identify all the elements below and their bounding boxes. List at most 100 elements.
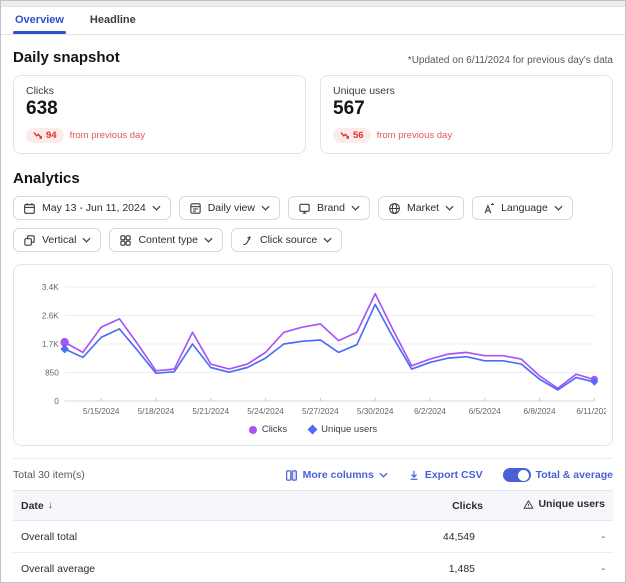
total-items-count: Total 30 item(s) xyxy=(13,469,85,481)
view-granularity-filter[interactable]: Daily view xyxy=(179,196,280,220)
sort-descending-icon: ↓ xyxy=(48,500,53,511)
trend-down-icon xyxy=(33,131,43,140)
clicks-delta-note: from previous day xyxy=(70,130,146,141)
data-table-section: Total 30 item(s) More columns Export CSV… xyxy=(13,458,613,583)
date-column-label: Date xyxy=(21,500,44,512)
svg-text:5/18/2024: 5/18/2024 xyxy=(138,406,175,416)
svg-text:850: 850 xyxy=(45,367,59,377)
content-type-label: Content type xyxy=(138,234,198,246)
totals-toggle-group: Total & average xyxy=(503,468,613,482)
chart-legend: Clicks Unique users xyxy=(20,424,606,439)
svg-text:5/15/2024: 5/15/2024 xyxy=(83,406,120,416)
clicks-card: Clicks 638 94 from previous day xyxy=(13,75,306,154)
svg-text:5/30/2024: 5/30/2024 xyxy=(357,406,394,416)
totals-toggle[interactable] xyxy=(503,468,531,482)
more-columns-button[interactable]: More columns xyxy=(285,469,388,482)
date-column-header[interactable]: Date ↓ xyxy=(13,491,333,521)
language-label: Language xyxy=(501,202,548,214)
date-range-filter[interactable]: May 13 - Jun 11, 2024 xyxy=(13,196,171,220)
content-type-filter[interactable]: Content type xyxy=(109,228,223,252)
table-toolbar: Total 30 item(s) More columns Export CSV… xyxy=(13,459,613,490)
clicks-delta-value: 94 xyxy=(46,130,57,141)
svg-text:1.7K: 1.7K xyxy=(42,339,59,349)
clicks-column-header[interactable]: Clicks xyxy=(333,491,483,521)
unique-users-delta-value: 56 xyxy=(353,130,364,141)
unique-users-delta-badge: 56 xyxy=(333,128,371,143)
tab-headline[interactable]: Headline xyxy=(90,14,136,34)
tab-bar: Overview Headline xyxy=(1,7,625,35)
svg-text:5/27/2024: 5/27/2024 xyxy=(302,406,339,416)
brand-icon xyxy=(298,202,311,215)
click-source-icon xyxy=(241,234,254,247)
unique-users-column-header[interactable]: Unique users xyxy=(483,491,613,521)
svg-text:5/24/2024: 5/24/2024 xyxy=(247,406,284,416)
market-label: Market xyxy=(407,202,439,214)
daily-view-label: Daily view xyxy=(208,202,255,214)
chevron-down-icon xyxy=(152,205,161,211)
vertical-filter[interactable]: Vertical xyxy=(13,228,101,252)
unique-users-series-marker-icon xyxy=(308,425,318,435)
click-source-label: Click source xyxy=(260,234,317,246)
unique-users-card-delta-row: 56 from previous day xyxy=(333,128,600,143)
chevron-down-icon xyxy=(379,472,388,478)
analytics-chart-card: 0 850 1.7K 2.6K 3.4K 5/15/2024 5/18/2024 5/21/2… xyxy=(13,264,613,446)
row-clicks-value: 1,485 xyxy=(333,553,483,583)
unique-users-column-label: Unique users xyxy=(538,498,605,510)
filter-bar: May 13 - Jun 11, 2024 Daily view Brand M… xyxy=(13,196,613,252)
warning-triangle-icon xyxy=(523,499,534,510)
table-row-overall-total: Overall total 44,549 - xyxy=(13,521,613,553)
svg-text:3.4K: 3.4K xyxy=(42,282,59,292)
tab-overview[interactable]: Overview xyxy=(15,14,64,34)
click-source-filter[interactable]: Click source xyxy=(231,228,342,252)
analytics-table: Date ↓ Clicks Unique users xyxy=(13,490,613,583)
daily-snapshot-title: Daily snapshot xyxy=(13,49,120,66)
analytics-chart: 0 850 1.7K 2.6K 3.4K 5/15/2024 5/18/2024 5/21/2… xyxy=(20,270,606,420)
svg-text:6/11/2024: 6/11/2024 xyxy=(576,406,606,416)
chevron-down-icon xyxy=(323,237,332,243)
market-filter[interactable]: Market xyxy=(378,196,464,220)
row-users-value: - xyxy=(483,521,613,553)
table-row-overall-average: Overall average 1,485 - xyxy=(13,553,613,583)
svg-text:6/2/2024: 6/2/2024 xyxy=(414,406,446,416)
more-columns-label: More columns xyxy=(303,469,374,481)
svg-text:6/8/2024: 6/8/2024 xyxy=(524,406,556,416)
date-range-label: May 13 - Jun 11, 2024 xyxy=(42,202,146,214)
page-content: Daily snapshot *Updated on 6/11/2024 for… xyxy=(1,49,625,583)
export-csv-button[interactable]: Export CSV xyxy=(408,469,483,481)
row-users-value: - xyxy=(483,553,613,583)
analytics-title: Analytics xyxy=(13,170,613,187)
market-icon xyxy=(388,202,401,215)
svg-text:6/5/2024: 6/5/2024 xyxy=(469,406,501,416)
chevron-down-icon xyxy=(204,237,213,243)
legend-clicks-label: Clicks xyxy=(262,424,287,435)
language-filter[interactable]: Language xyxy=(472,196,573,220)
chevron-down-icon xyxy=(82,237,91,243)
unique-users-card-value: 567 xyxy=(333,98,600,120)
calendar-icon xyxy=(23,202,36,215)
toolbar-actions: More columns Export CSV Total & average xyxy=(285,468,613,482)
legend-unique-users-label: Unique users xyxy=(321,424,377,435)
row-label: Overall total xyxy=(13,521,333,553)
vertical-label: Vertical xyxy=(42,234,76,246)
chevron-down-icon xyxy=(351,205,360,211)
svg-text:2.6K: 2.6K xyxy=(42,310,59,320)
language-icon xyxy=(482,202,495,215)
clicks-series-marker-icon xyxy=(249,426,257,434)
unique-users-card-label: Unique users xyxy=(333,85,600,97)
clicks-card-delta-row: 94 from previous day xyxy=(26,128,293,143)
chevron-down-icon xyxy=(445,205,454,211)
chevron-down-icon xyxy=(261,205,270,211)
svg-text:0: 0 xyxy=(54,396,59,406)
daily-view-icon xyxy=(189,202,202,215)
svg-text:5/21/2024: 5/21/2024 xyxy=(192,406,229,416)
updated-note: *Updated on 6/11/2024 for previous day's… xyxy=(408,55,613,66)
clicks-card-label: Clicks xyxy=(26,85,293,97)
stat-cards: Clicks 638 94 from previous day Unique u… xyxy=(13,75,613,154)
trend-down-icon xyxy=(340,131,350,140)
toggle-knob xyxy=(518,470,529,481)
totals-toggle-label: Total & average xyxy=(536,469,613,481)
brand-filter[interactable]: Brand xyxy=(288,196,370,220)
content-type-icon xyxy=(119,234,132,247)
legend-unique-users: Unique users xyxy=(309,424,377,435)
download-icon xyxy=(408,469,420,481)
